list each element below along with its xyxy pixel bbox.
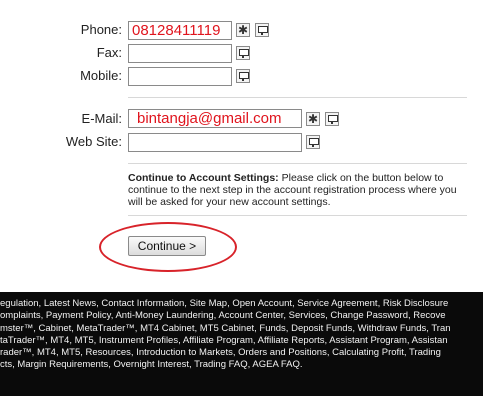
footer-line[interactable]: cts, Margin Requirements, Overnight Inte… [0,359,483,371]
registration-form: Phone: 08128411119 ✱ Fax: Mobile: E-Mail… [0,0,483,292]
monitor-icon[interactable] [255,23,269,37]
note-heading: Continue to Account Settings: [128,172,279,184]
monitor-icon[interactable] [306,135,320,149]
divider [128,215,467,216]
footer-line[interactable]: rader™, MT4, MT5, Resources, Introductio… [0,347,483,359]
footer-line[interactable]: egulation, Latest News, Contact Informat… [0,298,483,310]
email-field[interactable]: bintangja@gmail.com [128,109,302,128]
monitor-icon[interactable] [325,112,339,126]
mobile-field[interactable] [128,67,232,86]
required-asterisk-icon[interactable]: ✱ [236,23,250,37]
account-settings-note: Continue to Account Settings: Please cli… [128,172,473,208]
footer-line[interactable]: omplaints, Payment Policy, Anti-Money La… [0,310,483,322]
phone-label: Phone: [80,22,122,37]
mobile-label: Mobile: [80,68,122,83]
footer: egulation, Latest News, Contact Informat… [0,292,483,396]
divider [128,97,467,98]
footer-line[interactable]: mster™, Cabinet, MetaTrader™, MT4 Cabine… [0,323,483,335]
website-label: Web Site: [65,134,122,149]
divider [128,163,467,164]
website-field[interactable] [128,133,302,152]
required-asterisk-icon[interactable]: ✱ [306,112,320,126]
phone-field[interactable]: 08128411119 [128,21,232,40]
email-label: E-Mail: [81,111,122,126]
monitor-icon[interactable] [236,69,250,83]
footer-links: egulation, Latest News, Contact Informat… [0,298,483,372]
monitor-icon[interactable] [236,46,250,60]
fax-label: Fax: [96,45,122,60]
red-annotation-circle [99,222,237,272]
fax-field[interactable] [128,44,232,63]
footer-line[interactable]: taTrader™, MT4, MT5, Instrument Profiles… [0,335,483,347]
